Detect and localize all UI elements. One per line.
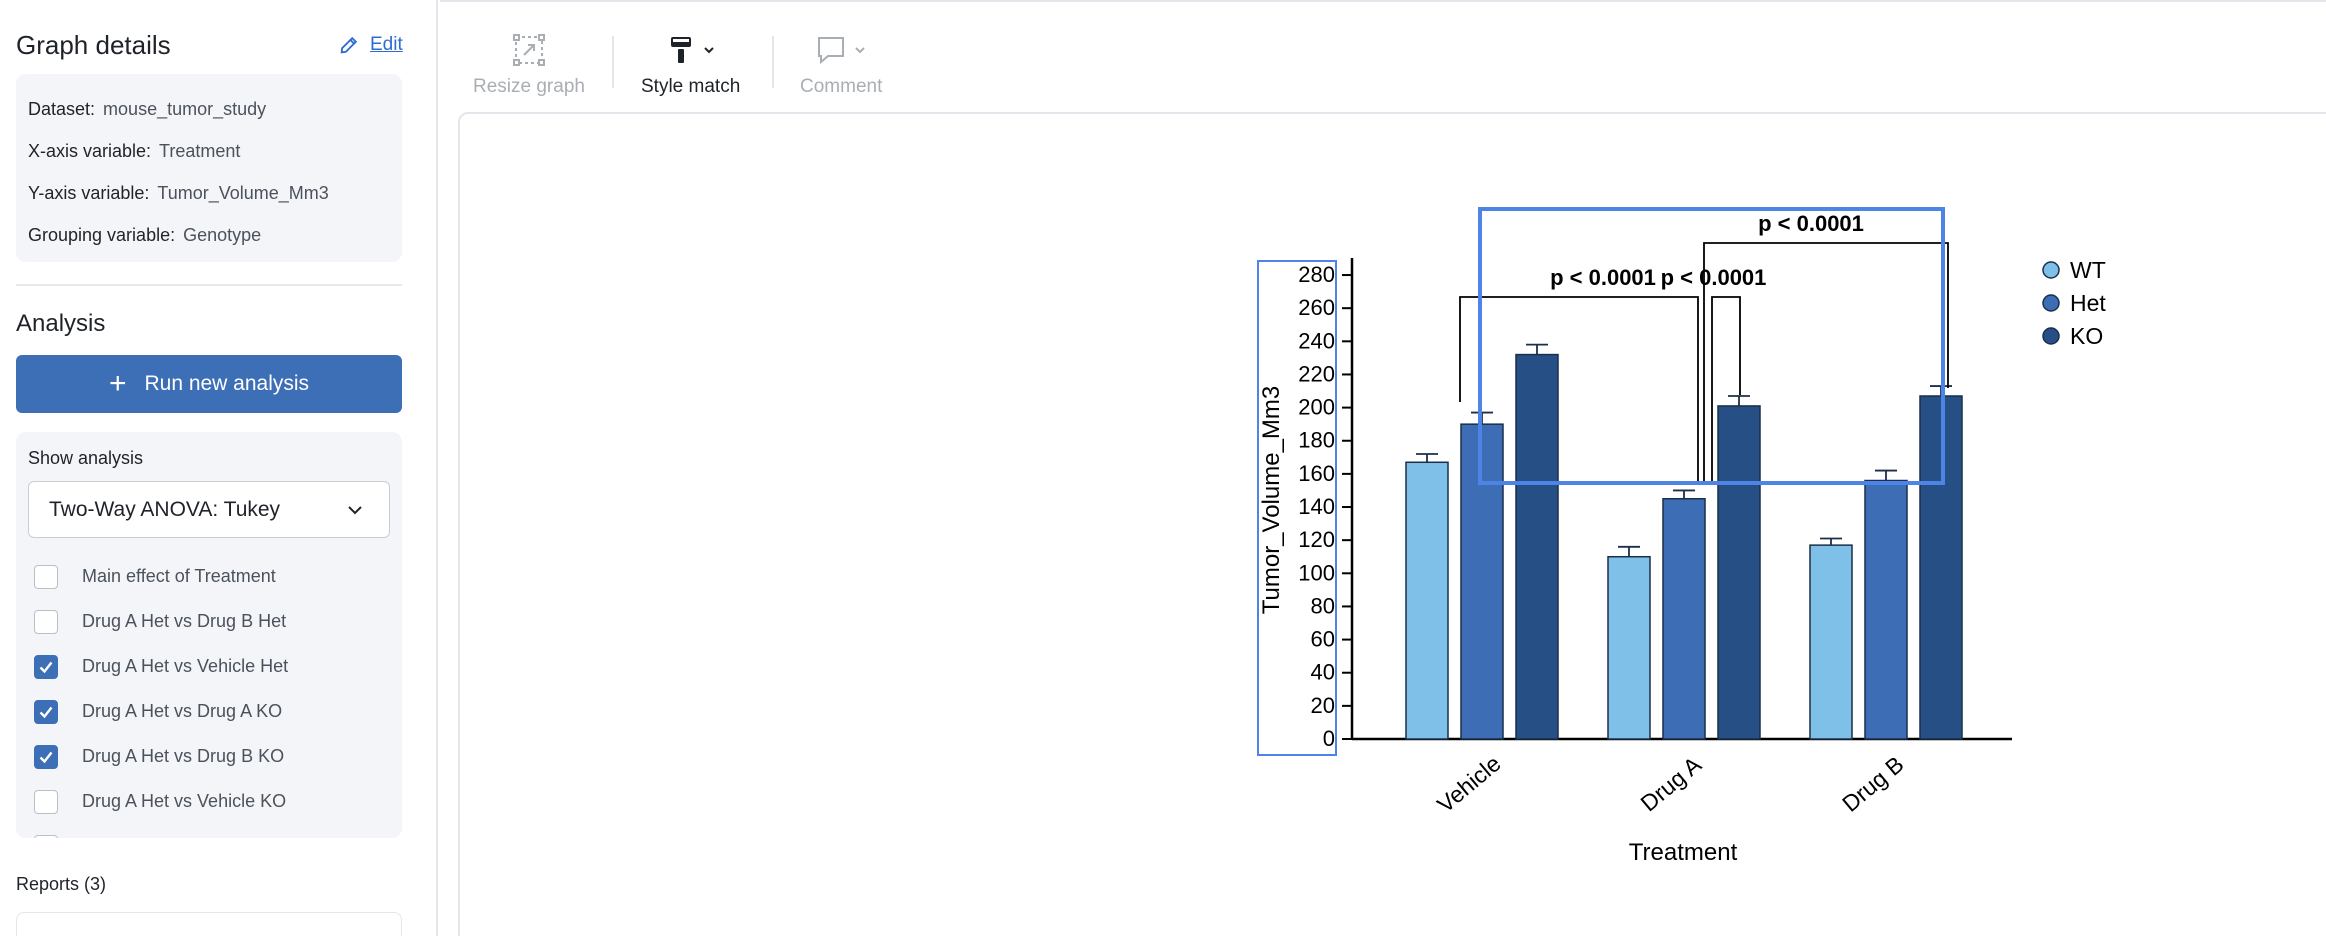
y-axis-title: Tumor_Volume_Mm3	[1258, 386, 1285, 615]
legend-label: Het	[2070, 290, 2106, 316]
y-tick-label: 220	[1298, 361, 1335, 386]
y-tick-label: 280	[1298, 262, 1335, 287]
legend-swatch-wt	[2042, 261, 2060, 279]
y-tick-label: 0	[1323, 726, 1335, 751]
x-tick-label: Drug B	[1837, 751, 1909, 817]
x-tick-label: Vehicle	[1432, 750, 1506, 818]
legend-label: KO	[2070, 323, 2103, 349]
x-tick-label: Drug A	[1636, 751, 1707, 817]
significance-label: p < 0.0001	[1550, 265, 1656, 290]
y-tick-label: 160	[1298, 461, 1335, 486]
bar-chart[interactable]: 0 20 40 60 80 100 120 140 160 180 200 220 240 260 280 V…	[0, 0, 2326, 936]
y-tick-label: 180	[1298, 428, 1335, 453]
bar-wt-1	[1607, 555, 1651, 740]
y-tick-label: 40	[1311, 660, 1335, 685]
y-tick-label: 80	[1311, 593, 1335, 618]
bar-ko-0	[1515, 353, 1559, 740]
y-tick-label: 120	[1298, 527, 1335, 552]
x-axis-title: Treatment	[1629, 839, 1738, 866]
significance-label: p < 0.0001	[1758, 211, 1864, 236]
y-tick-label: 240	[1298, 328, 1335, 353]
legend-swatch-het	[2042, 294, 2060, 312]
y-tick-label: 140	[1298, 494, 1335, 519]
significance-label: p < 0.0001	[1661, 265, 1767, 290]
bar-wt-0	[1405, 461, 1449, 740]
bar-ko-1	[1717, 405, 1761, 740]
y-tick-label: 20	[1311, 693, 1335, 718]
y-tick-label: 60	[1311, 627, 1335, 652]
bar-het-2	[1864, 479, 1908, 740]
legend-swatch-ko	[2042, 327, 2060, 345]
bar-het-1	[1662, 497, 1706, 740]
app-window: Graph details Edit Dataset: mouse_tumor_…	[0, 0, 2326, 936]
y-tick-label: 200	[1298, 395, 1335, 420]
bar-wt-2	[1809, 544, 1853, 740]
y-tick-label: 260	[1298, 295, 1335, 320]
y-tick-label: 100	[1298, 560, 1335, 585]
legend-label: WT	[2070, 257, 2106, 283]
